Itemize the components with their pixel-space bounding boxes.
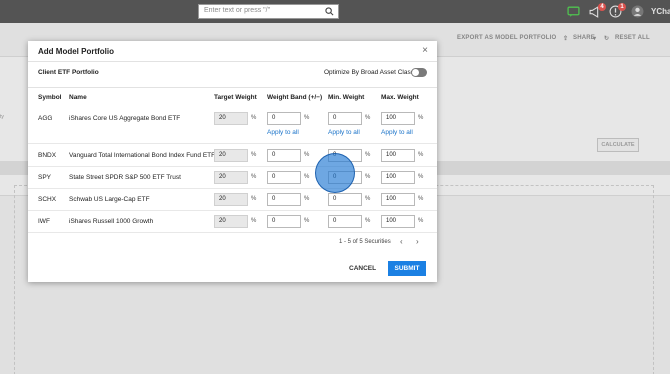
percent-sign: %: [251, 152, 257, 158]
percent-sign: %: [304, 196, 310, 202]
max-weight-input[interactable]: 100: [381, 193, 415, 206]
search-icon[interactable]: [325, 7, 334, 16]
notification-badge: 4: [598, 3, 606, 11]
dialog-header: Add Model Portfolio ×: [28, 41, 437, 62]
top-navigation-bar: Enter text or press "/" 4 1 YChart: [0, 0, 670, 23]
percent-sign: %: [304, 152, 310, 158]
percent-sign: %: [365, 174, 371, 180]
row-name: Vanguard Total International Bond Index …: [69, 152, 216, 159]
percent-sign: %: [365, 115, 371, 121]
row-name: Schwab US Large-Cap ETF: [69, 196, 150, 203]
column-header-name: Name: [69, 94, 87, 101]
max-weight-input[interactable]: 100: [381, 171, 415, 184]
percent-sign: %: [365, 218, 371, 224]
column-header-min-weight: Min. Weight: [328, 94, 365, 101]
row-name: iShares Russell 1000 Growth: [69, 218, 154, 225]
add-model-portfolio-dialog: Add Model Portfolio × Client ETF Portfol…: [28, 41, 437, 282]
alert-badge: 1: [618, 3, 626, 11]
weight-band-input[interactable]: 0: [267, 193, 301, 206]
table-row: BNDX Vanguard Total International Bond I…: [28, 144, 437, 167]
target-weight-field: 20: [214, 149, 248, 162]
percent-sign: %: [418, 196, 424, 202]
target-weight-field: 20: [214, 215, 248, 228]
max-weight-input[interactable]: 100: [381, 112, 415, 125]
row-symbol: SCHX: [38, 196, 57, 203]
submit-button[interactable]: SUBMIT: [388, 261, 426, 276]
row-name: State Street SPDR S&P 500 ETF Trust: [69, 174, 181, 181]
percent-sign: %: [418, 218, 424, 224]
weight-band-input[interactable]: 0: [267, 112, 301, 125]
row-symbol: SPY: [38, 174, 52, 181]
cancel-button[interactable]: CANCEL: [349, 265, 376, 272]
percent-sign: %: [251, 218, 257, 224]
table-row: SPY State Street SPDR S&P 500 ETF Trust …: [28, 167, 437, 189]
min-weight-input[interactable]: 0: [328, 215, 362, 228]
column-header-symbol: Symbol: [38, 94, 62, 101]
table-row: IWF iShares Russell 1000 Growth 20 % 0 %…: [28, 211, 437, 233]
close-icon[interactable]: ×: [422, 46, 428, 56]
row-name: iShares Core US Aggregate Bond ETF: [69, 115, 181, 122]
percent-sign: %: [365, 152, 371, 158]
brand-logo-text: YChart: [651, 7, 670, 16]
optimize-toggle[interactable]: [411, 68, 427, 77]
apply-to-all-min-link[interactable]: Apply to all: [328, 129, 360, 136]
column-header-max-weight: Max. Weight: [381, 94, 419, 101]
weight-band-input[interactable]: 0: [267, 149, 301, 162]
percent-sign: %: [251, 174, 257, 180]
percent-sign: %: [418, 152, 424, 158]
column-header-target-weight: Target Weight: [214, 94, 257, 101]
chevron-right-icon[interactable]: ›: [416, 237, 419, 246]
chat-icon[interactable]: [567, 5, 580, 18]
search-placeholder: Enter text or press "/": [204, 7, 271, 14]
optimize-label: Optimize By Broad Asset Class: [324, 69, 414, 76]
divider: [28, 87, 437, 88]
user-avatar-icon[interactable]: [631, 5, 644, 18]
target-weight-field: 20: [214, 112, 248, 125]
row-symbol: AGG: [38, 115, 53, 122]
weight-band-input[interactable]: 0: [267, 171, 301, 184]
percent-sign: %: [304, 174, 310, 180]
percent-sign: %: [418, 115, 424, 121]
target-weight-field: 20: [214, 193, 248, 206]
row-symbol: IWF: [38, 218, 50, 225]
max-weight-input[interactable]: 100: [381, 149, 415, 162]
portfolio-name: Client ETF Portfolio: [38, 69, 99, 76]
max-weight-input[interactable]: 100: [381, 215, 415, 228]
percent-sign: %: [304, 115, 310, 121]
percent-sign: %: [418, 174, 424, 180]
search-input[interactable]: Enter text or press "/": [198, 4, 339, 19]
min-weight-input[interactable]: 0: [328, 193, 362, 206]
weight-band-input[interactable]: 0: [267, 215, 301, 228]
row-symbol: BNDX: [38, 152, 57, 159]
percent-sign: %: [251, 196, 257, 202]
pagination-text: 1 - 5 of 5 Securities: [339, 239, 391, 245]
target-weight-field: 20: [214, 171, 248, 184]
apply-to-all-band-link[interactable]: Apply to all: [267, 129, 299, 136]
min-weight-input[interactable]: 0: [328, 112, 362, 125]
percent-sign: %: [365, 196, 371, 202]
toggle-knob: [412, 69, 419, 76]
table-row: SCHX Schwab US Large-Cap ETF 20 % 0 % 0 …: [28, 189, 437, 211]
dialog-title: Add Model Portfolio: [38, 47, 114, 56]
percent-sign: %: [304, 218, 310, 224]
percent-sign: %: [251, 115, 257, 121]
table-row: AGG iShares Core US Aggregate Bond ETF 2…: [28, 106, 437, 144]
cursor-highlight: [315, 153, 355, 193]
chevron-left-icon[interactable]: ‹: [400, 237, 403, 246]
apply-to-all-max-link[interactable]: Apply to all: [381, 129, 413, 136]
column-header-weight-band: Weight Band (+/−): [267, 94, 323, 101]
